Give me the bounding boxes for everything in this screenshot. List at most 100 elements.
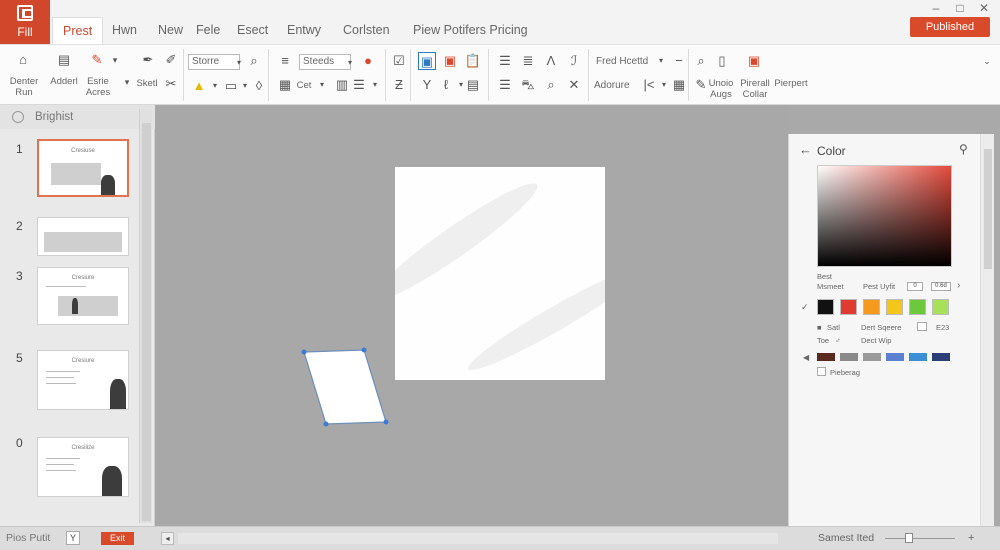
sketl-label[interactable]: Sketl (132, 78, 162, 89)
tab-esect[interactable]: Esect (227, 17, 278, 44)
exit-button[interactable]: Exit (101, 532, 134, 545)
tab-prest[interactable]: Prest (52, 17, 104, 44)
zoom-in-button[interactable]: + (968, 532, 974, 544)
columns-icon[interactable]: ▥ (333, 76, 351, 94)
table-icon[interactable]: ▦ (276, 76, 294, 94)
color-panel-scrollbar[interactable] (980, 134, 994, 526)
brush-icon[interactable]: ✎ (88, 51, 106, 69)
tab-piew-potifers-pricing[interactable]: Piew Potifers Pricing (403, 17, 538, 44)
swatch-black[interactable] (817, 299, 834, 315)
swatch-gray[interactable] (840, 353, 858, 361)
minimize-button[interactable]: – (928, 1, 944, 15)
select-box-icon[interactable]: ▣ (418, 52, 436, 70)
slide-thumbnail-5[interactable]: Cresiure (37, 350, 129, 410)
check-box-icon[interactable]: ☑ (390, 52, 408, 70)
resize-handle[interactable] (383, 419, 389, 425)
heading-dropdown-icon[interactable]: ▾ (652, 52, 670, 70)
undio-augs-label[interactable]: Unoio Augs (705, 78, 737, 100)
pierpert-label[interactable]: Pierpert (773, 78, 809, 89)
tab-fele[interactable]: Fele (186, 17, 230, 44)
page-icon[interactable]: ▯ (713, 52, 731, 70)
swatch-sky-blue[interactable] (909, 353, 927, 361)
zoom-slider[interactable] (885, 538, 955, 539)
text-lines-icon[interactable]: ≣ (519, 52, 537, 70)
list-alt-icon[interactable]: ☰ (496, 76, 514, 94)
car-icon[interactable]: ⛍ (519, 76, 537, 94)
resize-handle[interactable] (323, 421, 329, 427)
resize-handle[interactable] (361, 347, 367, 353)
pin-icon[interactable]: ⚲ (959, 142, 968, 156)
published-button[interactable]: Published (910, 17, 990, 37)
maximize-button[interactable]: □ (952, 1, 968, 15)
resize-handle[interactable] (301, 349, 307, 355)
zoom-slider-knob[interactable] (905, 533, 913, 543)
swatch-orange[interactable] (863, 299, 880, 315)
color-gradient-picker[interactable] (817, 165, 952, 267)
filter-icon[interactable]: Y (418, 76, 436, 94)
left-triangle-icon[interactable]: ◀ (803, 353, 809, 362)
parallelogram-shape[interactable] (296, 345, 406, 435)
close-button[interactable]: ✕ (976, 1, 992, 15)
satl-swatch-icon[interactable]: ■ (817, 323, 822, 332)
swatch-brown[interactable] (817, 353, 835, 361)
slide-thumbnail-2[interactable] (37, 217, 129, 256)
list-icon[interactable]: ☰ (496, 52, 514, 70)
slide-thumbnail-1[interactable]: Cresiuse (37, 139, 129, 197)
hook-icon[interactable]: ℐ (565, 52, 583, 70)
eyedropper-icon[interactable]: ✓ (801, 302, 809, 313)
shape-icon[interactable]: ◊ (250, 77, 268, 95)
esrie-acres-label[interactable]: Esrie Acres (80, 76, 116, 98)
value-box-a[interactable]: 0 (907, 282, 923, 291)
format-painter-icon[interactable]: ✂ (162, 75, 180, 93)
search-icon[interactable]: ⌕ (245, 52, 263, 70)
pencil-icon[interactable]: ✐ (162, 51, 180, 69)
swatch-yellow[interactable] (886, 299, 903, 315)
heading-style-field[interactable]: Fred Hcettd (596, 56, 656, 67)
swatch-blue[interactable] (886, 353, 904, 361)
chevron-down-icon[interactable]: ▾ (106, 51, 124, 69)
calendar-icon[interactable]: ▤ (464, 76, 482, 94)
color-panel-scrollbar-thumb[interactable] (984, 149, 992, 269)
zoom-icon[interactable]: ⌕ (542, 76, 560, 94)
lambda-icon[interactable]: Λ (542, 52, 560, 70)
grid-icon[interactable]: ▦ (670, 76, 688, 94)
slide-icon[interactable]: ▣ (441, 52, 459, 70)
swatch-navy[interactable] (932, 353, 950, 361)
clipboard-icon[interactable]: 📋 (464, 52, 482, 70)
back-arrow-icon[interactable]: ← (799, 142, 812, 157)
minus-icon[interactable]: − (670, 52, 688, 70)
adderl-label[interactable]: Adderl (46, 76, 82, 87)
swatch-red[interactable] (840, 299, 857, 315)
record-icon[interactable]: ● (359, 52, 377, 70)
pieberag-checkbox[interactable] (817, 367, 826, 376)
slide-thumbnail-6[interactable]: Cresilize (37, 437, 129, 497)
document-icon[interactable]: ▤ (55, 51, 73, 69)
next-arrow-icon[interactable]: › (957, 280, 960, 291)
pen-icon[interactable]: ✒ (139, 51, 157, 69)
adorure-label[interactable]: Adorure (594, 80, 638, 91)
cross-icon[interactable]: ✕ (565, 76, 583, 94)
pirerall-collar-label[interactable]: Pirerall Collar (737, 78, 773, 100)
toe-icon[interactable]: ♂ (835, 336, 841, 345)
cet-dropdown-icon[interactable]: ▾ (313, 76, 331, 94)
status-y-box[interactable]: Y (66, 531, 80, 545)
small-value-box[interactable] (917, 322, 927, 331)
panel-scrollbar-thumb[interactable] (142, 123, 151, 521)
swatch-green[interactable] (909, 299, 926, 315)
slide-canvas[interactable] (156, 105, 788, 526)
panel-scrollbar[interactable] (139, 109, 152, 523)
picture-icon[interactable]: ▣ (745, 52, 763, 70)
font-size-dropdown-icon[interactable]: ▾ (341, 54, 359, 72)
cet-label[interactable]: Cet (293, 80, 315, 91)
scroll-left-icon[interactable]: ◂ (161, 532, 174, 545)
tab-hwn[interactable]: Hwn (102, 17, 147, 44)
parallelogram-fill[interactable] (303, 349, 387, 425)
slide-thumbnail-3[interactable]: Cresiure (37, 267, 129, 325)
swatch-light-green[interactable] (932, 299, 949, 315)
file-tab[interactable]: Fill (0, 0, 50, 44)
horizontal-scrollbar[interactable] (178, 533, 778, 544)
collapse-ribbon-icon[interactable]: ⌄ (978, 52, 996, 70)
zeta-icon[interactable]: Ƶ (390, 76, 408, 94)
home-icon[interactable]: ⌂ (14, 51, 32, 69)
tab-corlsten[interactable]: Corlsten (333, 17, 400, 44)
